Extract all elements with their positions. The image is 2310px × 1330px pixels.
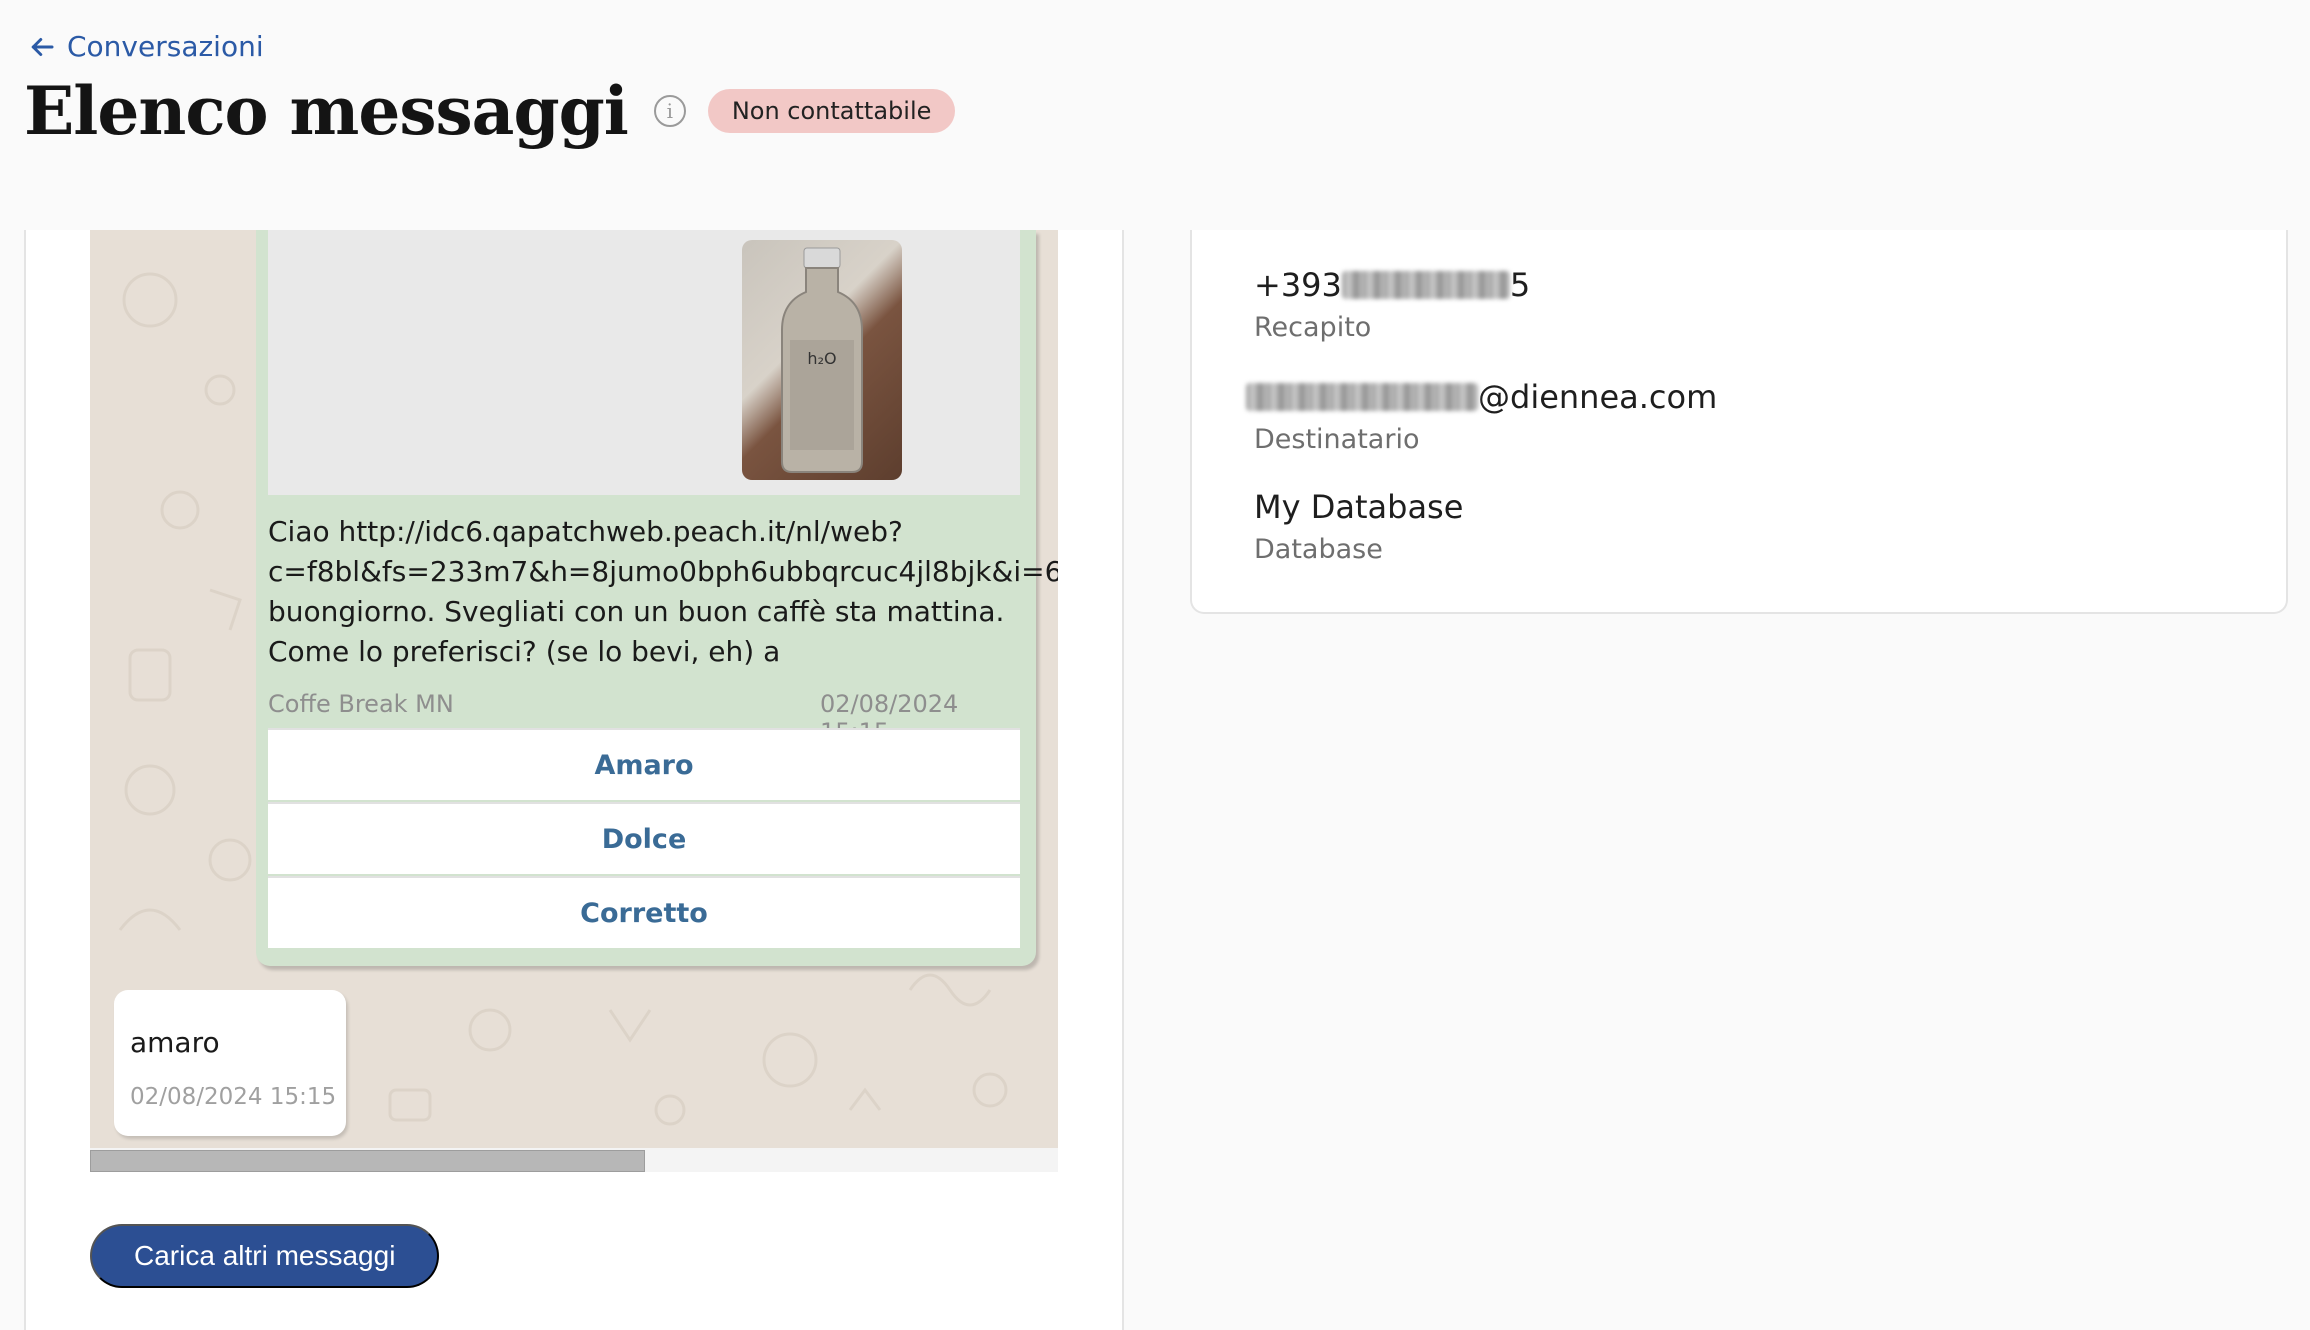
email-label: Destinatario (1254, 424, 1420, 455)
quick-reply-amaro-button[interactable]: Amaro (268, 728, 1020, 800)
phone-prefix: +393 (1254, 266, 1342, 304)
bottle-image: h₂O (742, 240, 902, 480)
message-sender: Coffe Break MN (268, 690, 454, 718)
chat-area[interactable]: h₂O Ciao http://idc6.qapatchweb.peach.it… (90, 230, 1058, 1148)
outgoing-message-text: amaro (130, 1026, 220, 1059)
phone-field: +393 5 Recapito (1254, 266, 1530, 343)
database-label: Database (1254, 534, 1383, 565)
phone-label: Recapito (1254, 312, 1372, 343)
load-more-messages-button[interactable]: Carica altri messaggi (90, 1224, 440, 1288)
redacted-phone (1341, 271, 1510, 299)
horizontal-scrollbar[interactable] (90, 1148, 1058, 1172)
contact-details-card: +393 5 Recapito @diennea.com Destinatari… (1190, 230, 2288, 614)
arrow-left-icon (31, 37, 54, 56)
back-link-label: Conversazioni (67, 30, 264, 63)
outgoing-message-timestamp: 02/08/2024 15:15 (130, 1084, 337, 1110)
database-field: My Database Database (1254, 488, 1463, 565)
email-field: @diennea.com Destinatario (1246, 378, 1717, 455)
info-icon[interactable]: i (653, 95, 686, 127)
phone-value: +393 5 (1254, 266, 1530, 304)
quick-reply-dolce-button[interactable]: Dolce (268, 802, 1020, 874)
back-to-conversations-link[interactable]: Conversazioni (27, 30, 264, 63)
redacted-email (1246, 383, 1478, 411)
svg-text:h₂O: h₂O (807, 349, 836, 368)
title-row: Elenco messaggi i Non contattabile (24, 72, 956, 150)
phone-suffix: 5 (1509, 266, 1531, 304)
email-value: @diennea.com (1246, 378, 1717, 416)
page-title: Elenco messaggi (24, 72, 629, 150)
message-media[interactable]: h₂O (268, 230, 1020, 495)
email-domain: @diennea.com (1478, 378, 1718, 416)
quick-reply-corretto-button[interactable]: Corretto (268, 876, 1020, 948)
scrollbar-thumb[interactable] (90, 1150, 645, 1172)
status-badge: Non contattabile (707, 89, 956, 133)
database-value: My Database (1254, 488, 1464, 526)
incoming-message-text: Ciao http://idc6.qapatchweb.peach.it/nl/… (268, 515, 1058, 668)
outgoing-message-bubble: amaro 02/08/2024 15:15 (114, 990, 346, 1136)
